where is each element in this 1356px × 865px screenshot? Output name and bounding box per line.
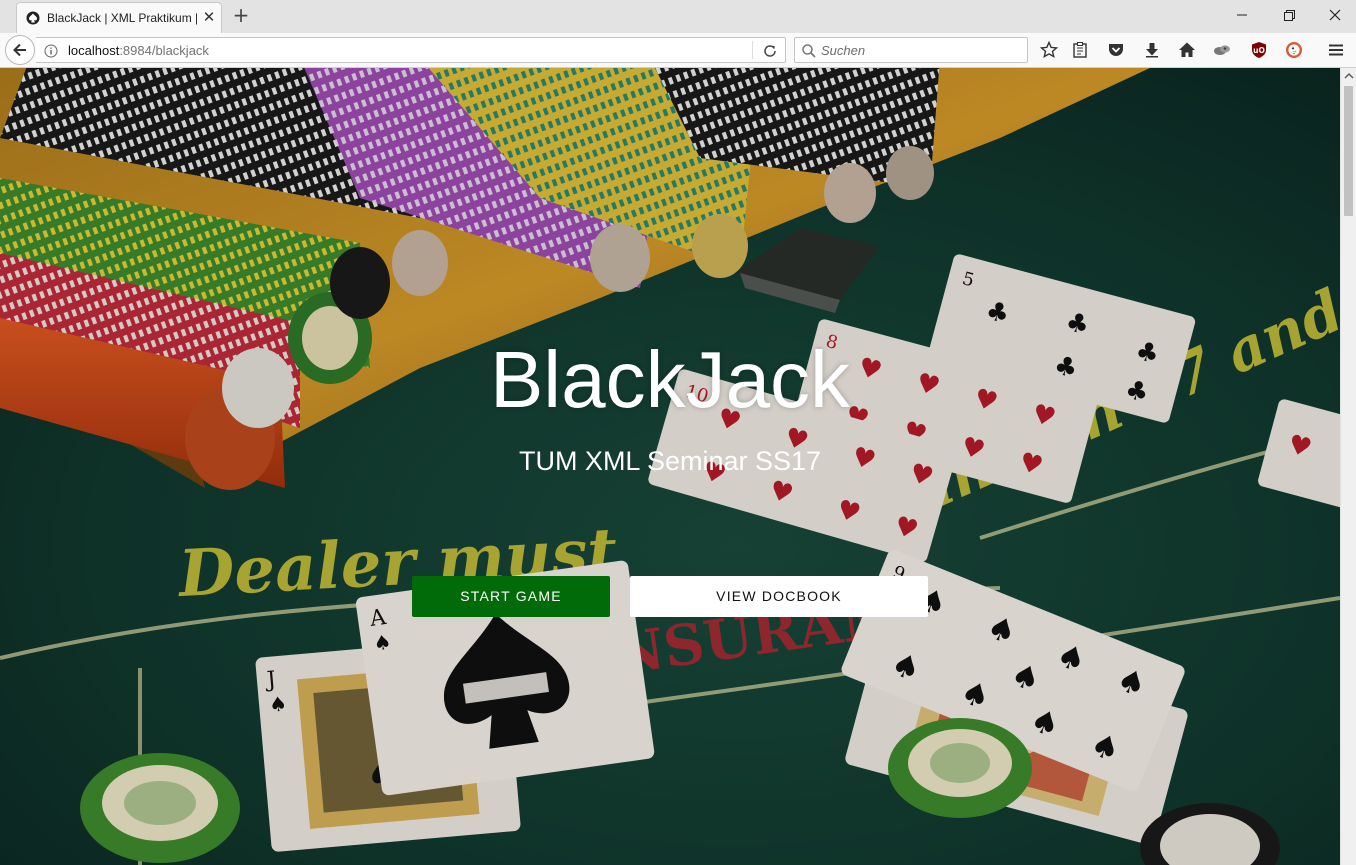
address-bar[interactable]: localhost:8984/blackjack	[36, 37, 786, 63]
search-bar[interactable]	[794, 37, 1028, 63]
navigation-toolbar: localhost:8984/blackjack uO	[0, 33, 1356, 68]
reload-icon[interactable]	[762, 43, 778, 59]
address-divider	[752, 41, 753, 59]
search-input[interactable]	[821, 41, 1021, 59]
svg-text:uO: uO	[1253, 46, 1265, 55]
pocket-icon[interactable]	[1106, 40, 1126, 60]
window-restore-icon[interactable]	[1274, 4, 1304, 26]
page-scrollbar[interactable]	[1340, 68, 1356, 865]
tab-close-icon[interactable]: ✕	[201, 8, 217, 26]
browser-tab[interactable]: BlackJack | XML Praktikum | ✕	[16, 2, 222, 33]
new-tab-icon[interactable]: +	[231, 5, 251, 25]
url-text[interactable]: localhost:8984/blackjack	[68, 43, 209, 58]
duckduckgo-icon[interactable]	[1284, 40, 1304, 60]
page-subtitle: TUM XML Seminar SS17	[518, 446, 822, 476]
menu-icon[interactable]	[1326, 40, 1346, 60]
start-game-button[interactable]: START GAME	[412, 576, 610, 617]
window-close-icon[interactable]	[1320, 4, 1350, 26]
extension-icon[interactable]	[1212, 40, 1232, 60]
scroll-thumb[interactable]	[1344, 86, 1353, 216]
page-title: BlackJack	[489, 335, 851, 424]
tab-title: BlackJack | XML Praktikum |	[47, 11, 197, 25]
back-arrow-icon	[13, 43, 26, 57]
tab-bar: BlackJack | XML Praktikum | ✕ +	[0, 0, 1356, 33]
info-icon[interactable]	[44, 44, 58, 58]
page-viewport: Dealer must stand on 17 and INSURANCE 5 …	[0, 68, 1340, 865]
bookmark-star-icon[interactable]	[1039, 40, 1059, 60]
url-host: localhost	[68, 43, 120, 58]
url-path: :8984/blackjack	[119, 43, 209, 58]
view-docbook-button[interactable]: VIEW DOCBOOK	[630, 576, 928, 617]
window-minimize-icon[interactable]	[1227, 4, 1257, 26]
search-icon	[802, 44, 816, 58]
ublock-icon[interactable]: uO	[1249, 40, 1269, 60]
scroll-up-arrow-icon[interactable]	[1344, 71, 1354, 81]
poker-suit-icon	[26, 11, 40, 25]
back-button[interactable]	[5, 35, 35, 65]
home-icon[interactable]	[1177, 40, 1197, 60]
download-icon[interactable]	[1142, 40, 1162, 60]
reading-list-icon[interactable]	[1070, 40, 1090, 60]
